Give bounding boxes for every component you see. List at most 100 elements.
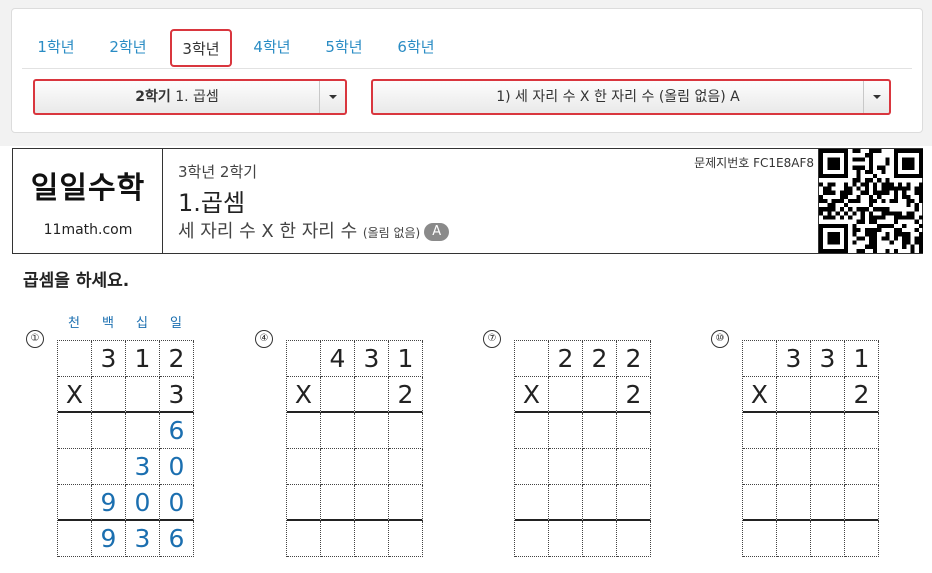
grid-cell[interactable] — [777, 449, 811, 485]
grid-cell[interactable] — [58, 413, 92, 449]
grid-cell[interactable] — [355, 449, 389, 485]
grid-cell[interactable] — [811, 485, 845, 521]
grid-cell: 2 — [549, 341, 583, 377]
grid-cell[interactable] — [389, 485, 423, 521]
tab-grade-1[interactable]: 1학년 — [36, 27, 76, 67]
grid-cell[interactable] — [287, 449, 321, 485]
grid-cell[interactable] — [515, 449, 549, 485]
grid-cell[interactable] — [811, 449, 845, 485]
tab-grade-6[interactable]: 6학년 — [396, 27, 436, 67]
grid-cell[interactable] — [287, 413, 321, 449]
selector-panel: 1학년 2학년 3학년 4학년 5학년 6학년 2학기 1. 곱셈 1) 세 자… — [11, 8, 923, 133]
grid-cell: 1 — [845, 341, 879, 377]
grid-cell[interactable] — [811, 521, 845, 557]
unit-label: 1. 곱셈 — [175, 89, 219, 105]
grid-cell[interactable] — [126, 413, 160, 449]
grid-cell[interactable] — [515, 521, 549, 557]
grid-cell[interactable] — [743, 449, 777, 485]
grid-cell[interactable] — [583, 521, 617, 557]
tab-grade-3[interactable]: 3학년 — [170, 29, 232, 67]
grid-cell[interactable] — [617, 413, 651, 449]
tab-grade-5[interactable]: 5학년 — [324, 27, 364, 67]
grid-cell[interactable] — [92, 449, 126, 485]
tab-grade-4[interactable]: 4학년 — [252, 27, 292, 67]
grid-cell[interactable] — [389, 449, 423, 485]
grid-cell[interactable] — [777, 521, 811, 557]
answer-grid: 431 X 2 — [286, 340, 423, 557]
grid-cell[interactable] — [617, 485, 651, 521]
grid-cell[interactable] — [743, 413, 777, 449]
grid-cell: 2 — [583, 341, 617, 377]
grid-cell[interactable] — [92, 413, 126, 449]
site-logo: 일일수학 — [30, 171, 146, 206]
grid-cell[interactable] — [389, 521, 423, 557]
chevron-down-icon[interactable] — [319, 81, 345, 113]
logo-box: 일일수학 11math.com — [13, 149, 163, 253]
tab-grade-2[interactable]: 2학년 — [108, 27, 148, 67]
grid-cell[interactable] — [515, 413, 549, 449]
grid-cell[interactable]: 9 — [92, 485, 126, 521]
grid-cell[interactable] — [617, 449, 651, 485]
grid-cell[interactable] — [845, 413, 879, 449]
grid-cell[interactable] — [389, 413, 423, 449]
grid-cell[interactable]: 6 — [160, 521, 194, 557]
grid-cell[interactable] — [287, 485, 321, 521]
grid-cell: 3 — [811, 341, 845, 377]
grid-cell: X — [515, 377, 549, 413]
grid-cell[interactable] — [777, 413, 811, 449]
grid-cell: 2 — [617, 377, 651, 413]
grid-cell[interactable]: 0 — [126, 485, 160, 521]
grid-cell: X — [58, 377, 92, 413]
grid-cell[interactable] — [743, 485, 777, 521]
grid-cell[interactable] — [549, 521, 583, 557]
grid-cell[interactable] — [845, 449, 879, 485]
topic-select-value: 1) 세 자리 수 X 한 자리 수 (올림 없음) A — [496, 89, 740, 105]
grid-cell[interactable] — [549, 413, 583, 449]
topic-select[interactable]: 1) 세 자리 수 X 한 자리 수 (올림 없음) A — [371, 79, 891, 115]
grid-cell[interactable] — [617, 521, 651, 557]
grid-cell[interactable] — [321, 413, 355, 449]
instruction: 곱셈을 하세요. — [23, 271, 130, 291]
grade-tabs: 1학년 2학년 3학년 4학년 5학년 6학년 — [22, 19, 912, 69]
grid-cell[interactable]: 0 — [160, 449, 194, 485]
semester-label: 2학기 — [135, 89, 171, 105]
chevron-down-icon[interactable] — [863, 81, 889, 113]
grid-cell[interactable] — [777, 485, 811, 521]
grid-cell: 3 — [355, 341, 389, 377]
grid-cell[interactable] — [355, 521, 389, 557]
grid-cell[interactable]: 3 — [126, 449, 160, 485]
grid-cell[interactable]: 0 — [160, 485, 194, 521]
grid-cell[interactable]: 3 — [126, 521, 160, 557]
grid-cell[interactable]: 9 — [92, 521, 126, 557]
grid-cell[interactable] — [355, 413, 389, 449]
grid-cell[interactable] — [743, 521, 777, 557]
grid-cell — [777, 377, 811, 413]
grid-cell[interactable] — [845, 521, 879, 557]
grid-cell[interactable]: 6 — [160, 413, 194, 449]
grid-cell[interactable] — [549, 449, 583, 485]
grid-cell[interactable] — [811, 413, 845, 449]
grid-cell[interactable] — [583, 413, 617, 449]
grid-cell[interactable] — [58, 521, 92, 557]
grid-cell[interactable] — [355, 485, 389, 521]
grid-cell[interactable] — [845, 485, 879, 521]
grid-cell[interactable] — [549, 485, 583, 521]
semester-unit-select[interactable]: 2학기 1. 곱셈 — [33, 79, 347, 115]
place-label-hundreds: 백 — [102, 316, 114, 331]
grid-cell[interactable] — [321, 449, 355, 485]
grid-cell[interactable] — [287, 521, 321, 557]
grid-cell[interactable] — [515, 485, 549, 521]
grid-cell — [92, 377, 126, 413]
worksheet-subtitle: 세 자리 수 X 한 자리 수 (올림 없음) A — [178, 217, 450, 243]
grid-cell — [287, 341, 321, 377]
grid-cell[interactable] — [321, 521, 355, 557]
problem-number: ① — [26, 330, 44, 348]
grid-cell[interactable] — [321, 485, 355, 521]
grid-cell[interactable] — [583, 485, 617, 521]
grid-cell: 3 — [777, 341, 811, 377]
grid-cell[interactable] — [58, 449, 92, 485]
grid-cell[interactable] — [583, 449, 617, 485]
place-label-ones: 일 — [170, 316, 182, 331]
grid-cell[interactable] — [58, 485, 92, 521]
grid-cell: X — [287, 377, 321, 413]
